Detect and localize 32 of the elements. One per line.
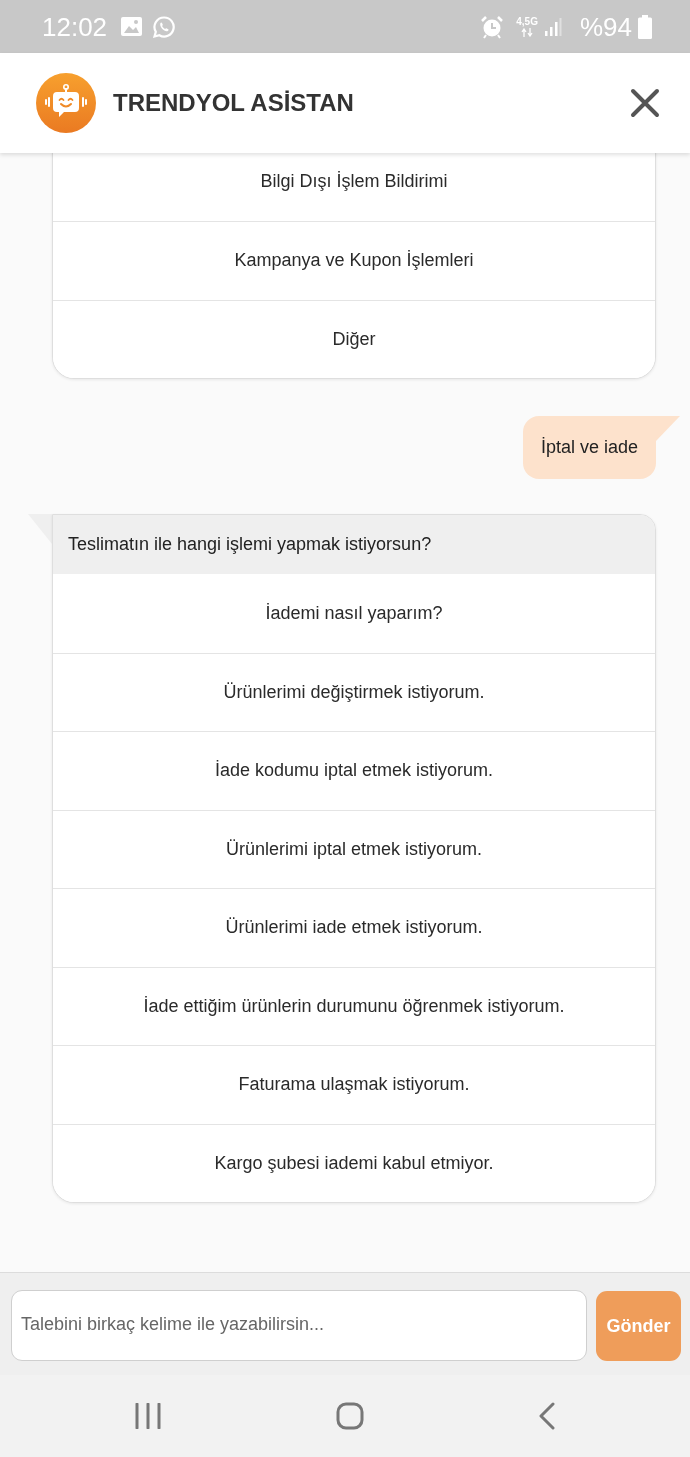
app-title: TRENDYOL ASİSTAN (113, 88, 354, 118)
option-item[interactable]: Kampanya ve Kupon İşlemleri (53, 221, 655, 300)
option-item[interactable]: Ürünlerimi iptal etmek istiyorum. (53, 809, 655, 888)
close-button[interactable] (630, 88, 660, 118)
image-icon (121, 17, 143, 36)
data-arrows-icon (521, 27, 534, 37)
home-button[interactable] (336, 1402, 364, 1430)
recent-apps-button[interactable] (135, 1403, 162, 1429)
chat-bubble-icon (152, 14, 177, 39)
alarm-clock-icon (480, 14, 505, 39)
option-item[interactable]: İade kodumu iptal etmek istiyorum. (53, 731, 655, 810)
option-item[interactable]: Bilgi Dışı İşlem Bildirimi (53, 153, 655, 221)
option-item[interactable]: Diğer (53, 299, 655, 378)
option-item[interactable]: Faturama ulaşmak istiyorum. (53, 1045, 655, 1124)
back-icon (538, 1402, 555, 1430)
option-item[interactable]: Ürünlerimi iade etmek istiyorum. (53, 888, 655, 967)
message-field[interactable]: Talebini birkaç kelime ile yazabilirsin... (11, 1290, 587, 1361)
bubble-tail (656, 416, 680, 441)
battery-icon (638, 14, 652, 39)
bubble-tail (28, 514, 52, 544)
option-item[interactable]: Kargo şubesi iademi kabul etmiyor. (53, 1123, 655, 1202)
option-item[interactable]: Ürünlerimi değiştirmek istiyorum. (53, 652, 655, 731)
bot-message: Teslimatın ile hangi işlemi yapmak istiyorsun? (53, 515, 655, 574)
option-item[interactable]: İademi nasıl yaparım? (53, 574, 655, 653)
recent-apps-icon (135, 1403, 162, 1429)
option-item[interactable]: İade ettiğim ürünlerin durumunu öğrenmek istiyorum. (53, 966, 655, 1045)
back-button[interactable] (538, 1402, 555, 1430)
signal-icon (543, 16, 562, 37)
user-message: İptal ve iade (522, 416, 656, 479)
robot-logo-icon (36, 73, 96, 133)
home-icon (336, 1402, 364, 1430)
close-icon (630, 88, 660, 118)
